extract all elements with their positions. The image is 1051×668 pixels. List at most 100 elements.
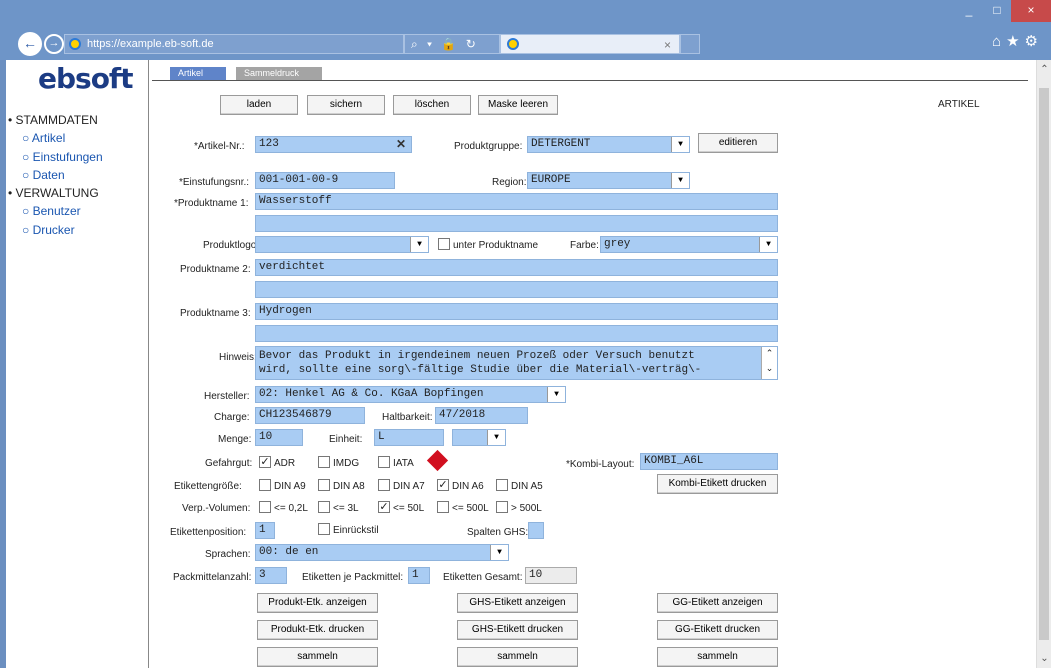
browser-tab[interactable]: × [500,34,680,54]
einheit-select[interactable]: ▼ [452,429,506,446]
packmittelanzahl-input[interactable]: 3 [255,567,287,584]
sidebar-item-benutzer[interactable]: ○ Benutzer [22,204,81,218]
region-value: EUROPE [531,174,571,186]
ghs-etikett-anzeigen-button[interactable]: GHS-Etikett anzeigen [457,593,578,613]
gg-etikett-anzeigen-button[interactable]: GG-Etikett anzeigen [657,593,778,613]
vol-500l-label: <= 500L [452,503,489,514]
tab-ie-icon [507,38,519,50]
sammeln-gg-button[interactable]: sammeln [657,647,778,667]
hinweis-textarea[interactable]: Bevor das Produkt in irgendeinem neuen P… [255,346,778,380]
artikelnr-input[interactable]: 123 [255,136,412,153]
textarea-scrollbar[interactable]: ⌃ ⌄ [761,347,777,379]
etiketten-je-packmittel-input[interactable]: 1 [408,567,430,584]
etiketten-gesamt-label: Etiketten Gesamt: [443,572,523,583]
favorites-star-icon[interactable]: ★ [1006,33,1024,50]
vol-02l-checkbox[interactable] [259,501,271,513]
tab-close-icon[interactable]: × [664,38,671,52]
sprachen-select[interactable]: 00: de en ▼ [255,544,509,561]
scroll-down-icon[interactable]: ⌄ [1037,653,1051,664]
close-window-button[interactable]: × [1011,0,1051,22]
tab-artikel[interactable]: Artikel [170,67,226,80]
produktname2-input[interactable]: verdichtet [255,259,778,276]
sammeln-produkt-button[interactable]: sammeln [257,647,378,667]
loeschen-button[interactable]: löschen [393,95,471,115]
url-text: https://example.eb-soft.de [87,38,214,50]
back-arrow-icon[interactable]: ← [18,32,42,56]
produktgruppe-select[interactable]: DETERGENT ▼ [527,136,690,153]
maximize-button[interactable]: □ [983,0,1011,22]
vol-50l-label: <= 50L [393,503,425,514]
produkt-etk-drucken-button[interactable]: Produkt-Etk. drucken [257,620,378,640]
charge-label: Charge: [214,412,250,423]
einheit-input[interactable]: L [374,429,444,446]
hersteller-label: Hersteller: [204,391,250,402]
kombi-etikett-drucken-button[interactable]: Kombi-Etikett drucken [657,474,778,494]
forward-arrow-icon[interactable]: → [44,34,64,54]
scroll-up-icon[interactable]: ⌃ [1037,64,1051,75]
home-icon[interactable]: ⌂ [992,33,1006,50]
kombi-layout-input[interactable]: KOMBI_A6L [640,453,778,470]
editieren-button[interactable]: editieren [698,133,778,153]
clear-x-icon[interactable]: ✕ [396,137,406,151]
produktname1-input[interactable]: Wasserstoff [255,193,778,210]
sidebar-item-artikel[interactable]: ○ Artikel [22,131,65,145]
produktname3-input[interactable]: Hydrogen [255,303,778,320]
kombi-layout-label: *Kombi-Layout: [566,459,635,470]
menge-input[interactable]: 10 [255,429,303,446]
iata-checkbox[interactable] [378,456,390,468]
chevron-down-icon: ▼ [410,237,428,252]
ghs-etikett-drucken-button[interactable]: GHS-Etikett drucken [457,620,578,640]
din-a5-checkbox[interactable] [496,479,508,491]
unter-produktname-checkbox[interactable] [438,238,450,250]
sidebar-divider [148,60,149,668]
imdg-checkbox[interactable] [318,456,330,468]
address-actions[interactable]: ⌕ ▾ 🔒 ↻ [404,34,500,54]
hinweis-line-2: wird, sollte eine sorg\-fältige Studie ü… [259,364,702,376]
hersteller-select[interactable]: 02: Henkel AG & Co. KGaA Bopfingen ▼ [255,386,566,403]
produktname1b-input[interactable] [255,215,778,232]
vol-50l-checkbox[interactable]: ✓ [378,501,390,513]
din-a7-checkbox[interactable] [378,479,390,491]
spalten-ghs-input[interactable] [528,522,544,539]
einstufungsnr-label: *Einstufungsnr.: [179,177,250,188]
haltbarkeit-input[interactable]: 47/2018 [435,407,528,424]
sidebar-section-stammdaten: • STAMMDATEN [8,113,98,127]
verp-volumen-label: Verp.-Volumen: [182,503,251,514]
din-a9-checkbox[interactable] [259,479,271,491]
sidebar-item-daten[interactable]: ○ Daten [22,168,65,182]
etikettenposition-input[interactable]: 1 [255,522,275,539]
din-a6-checkbox[interactable]: ✓ [437,479,449,491]
new-tab-button[interactable] [680,34,700,54]
address-bar[interactable]: https://example.eb-soft.de [64,34,404,54]
tab-sammeldruck[interactable]: Sammeldruck [236,67,322,80]
laden-button[interactable]: laden [220,95,298,115]
vol-500l-checkbox[interactable] [437,501,449,513]
vertical-scrollbar[interactable]: ⌃ ⌄ [1036,60,1051,668]
vol-gt500l-checkbox[interactable] [496,501,508,513]
vol-02l-label: <= 0,2L [274,503,308,514]
produktname1-label: *Produktname 1: [174,198,249,209]
produkt-etk-anzeigen-button[interactable]: Produkt-Etk. anzeigen [257,593,378,613]
produktname3b-input[interactable] [255,325,778,342]
settings-gear-icon[interactable]: ⚙ [1025,33,1043,50]
produktname2b-input[interactable] [255,281,778,298]
sichern-button[interactable]: sichern [307,95,385,115]
vol-3l-checkbox[interactable] [318,501,330,513]
einstufungsnr-input[interactable]: 001-001-00-9 [255,172,395,189]
din-a8-checkbox[interactable] [318,479,330,491]
einrueckstil-checkbox[interactable] [318,523,330,535]
produktlogo-select[interactable]: ▼ [255,236,429,253]
gg-etikett-drucken-button[interactable]: GG-Etikett drucken [657,620,778,640]
adr-checkbox[interactable]: ✓ [259,456,271,468]
charge-input[interactable]: CH123546879 [255,407,365,424]
artikelnr-label: *Artikel-Nr.: [194,141,245,152]
sammeln-ghs-button[interactable]: sammeln [457,647,578,667]
maske-leeren-button[interactable]: Maske leeren [478,95,558,115]
minimize-button[interactable]: _ [955,0,983,22]
sidebar-item-einstufungen[interactable]: ○ Einstufungen [22,150,103,164]
farbe-select[interactable]: grey ▼ [600,236,778,253]
scroll-thumb[interactable] [1039,88,1049,640]
region-select[interactable]: EUROPE ▼ [527,172,690,189]
sidebar-item-drucker[interactable]: ○ Drucker [22,223,75,237]
packmittelanzahl-label: Packmittelanzahl: [173,572,252,583]
